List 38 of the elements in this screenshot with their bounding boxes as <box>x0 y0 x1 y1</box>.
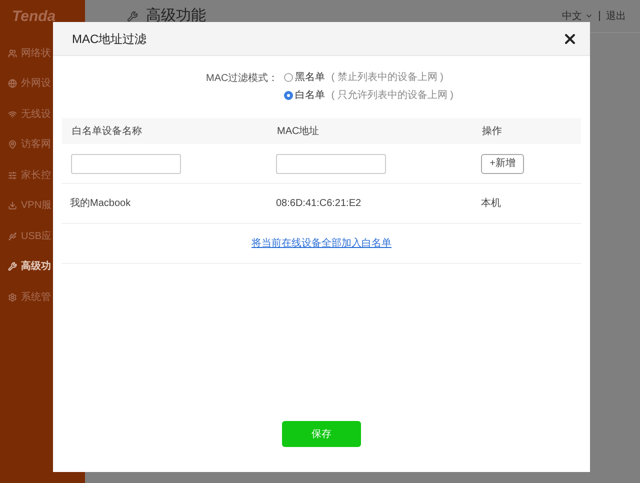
save-button[interactable]: 保存 <box>282 421 361 447</box>
radio-label: 白名单 <box>295 88 326 103</box>
logout-link[interactable]: 退出 <box>606 8 626 24</box>
page-title: 高级功能 <box>146 6 206 26</box>
sidebar-item[interactable]: 高级功 <box>0 252 85 282</box>
radio-hint: ( 禁止列表中的设备上网 ) <box>331 70 444 85</box>
radio-button[interactable] <box>284 91 294 100</box>
add-all-link[interactable]: 将当前在线设备全部加入白名单 <box>252 236 392 251</box>
column-header: 白名单设备名称 <box>72 124 143 138</box>
wifi-icon <box>8 110 17 119</box>
usb-icon <box>8 232 17 241</box>
wrench-icon <box>127 10 138 22</box>
table-cell-text: 我的Macbook <box>70 196 132 211</box>
download-icon <box>8 201 17 210</box>
radio-hint: ( 只允许列表中的设备上网 ) <box>331 88 454 103</box>
table-cell-text: 08:6D:41:C6:21:E2 <box>276 197 362 211</box>
caret-icon <box>585 12 593 20</box>
settings-icon <box>8 292 17 302</box>
logo: Tenda <box>11 7 57 27</box>
column-header: 操作 <box>482 124 502 138</box>
globe-icon <box>8 79 17 88</box>
pin-icon <box>8 140 17 150</box>
mode-label: MAC过滤模式： <box>206 72 278 86</box>
name-input-field[interactable] <box>71 154 181 174</box>
mac-input-field[interactable] <box>276 154 386 174</box>
radio-button[interactable] <box>284 73 294 82</box>
sliders-icon <box>8 170 17 180</box>
sidebar-item[interactable]: 外网设 <box>0 68 85 99</box>
sidebar-item[interactable]: 系统管 <box>0 282 85 312</box>
dialog-title: MAC地址过滤 <box>72 30 147 48</box>
sidebar-item[interactable]: USB应 <box>0 221 85 252</box>
sidebar-item[interactable]: 家长控 <box>0 160 85 190</box>
wrench-icon <box>8 262 17 272</box>
table-cell-text: 本机 <box>481 196 501 211</box>
radio-label: 黑名单 <box>295 70 326 85</box>
add-button[interactable]: +新增 <box>481 154 524 174</box>
column-header: MAC地址 <box>277 124 320 138</box>
people-icon <box>8 48 17 58</box>
